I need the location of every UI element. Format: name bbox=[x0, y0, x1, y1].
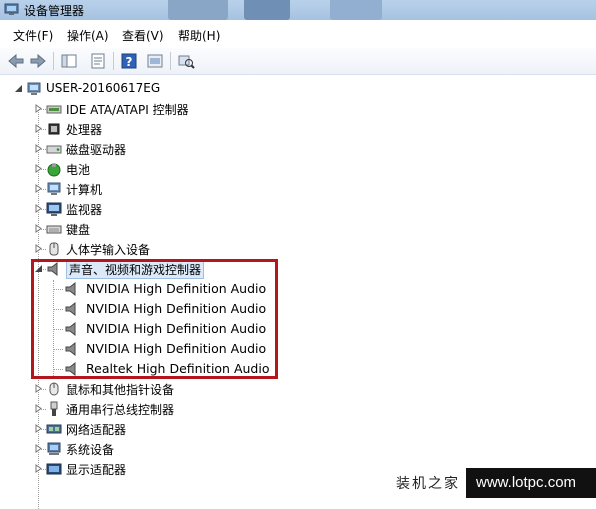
tree-category-label: 处理器 bbox=[66, 123, 103, 137]
title-bar: 设备管理器 bbox=[0, 0, 596, 20]
tree-category-label: 鼠标和其他指针设备 bbox=[66, 383, 175, 397]
mouse-icon bbox=[49, 382, 59, 396]
network-adapter-icon bbox=[46, 424, 62, 434]
tree-category[interactable]: 计算机 bbox=[0, 179, 300, 199]
title-decoration bbox=[244, 0, 290, 20]
expand-arrow-icon[interactable] bbox=[34, 104, 43, 113]
tree-category-label: 电池 bbox=[66, 163, 91, 177]
expand-arrow-icon[interactable] bbox=[34, 224, 43, 233]
computer-root-icon bbox=[27, 82, 41, 95]
tree-category-label: 监视器 bbox=[66, 203, 103, 217]
toolbar: ? bbox=[0, 48, 596, 75]
tree-category-label: 计算机 bbox=[66, 183, 103, 197]
tree-category[interactable]: 系统设备 bbox=[0, 439, 300, 459]
tree-category-label: 显示适配器 bbox=[66, 463, 127, 477]
help-icon[interactable]: ? bbox=[119, 51, 139, 71]
expand-arrow-icon[interactable] bbox=[34, 404, 43, 413]
menu-action[interactable]: 操作(A) bbox=[67, 27, 109, 44]
tree-category[interactable]: 键盘 bbox=[0, 219, 300, 239]
tree-root[interactable]: USER-20160617EG bbox=[0, 79, 300, 99]
usb-icon bbox=[50, 401, 58, 416]
display-adapter-icon bbox=[46, 463, 62, 475]
tree-category[interactable]: 人体学输入设备 bbox=[0, 239, 300, 259]
expand-arrow-icon[interactable] bbox=[34, 184, 43, 193]
watermark-url: www.lotpc.com bbox=[476, 474, 577, 491]
watermark-left-text: 装机之家 bbox=[396, 476, 460, 492]
computer-icon bbox=[47, 182, 61, 195]
title-decoration bbox=[168, 0, 228, 20]
processor-icon bbox=[48, 123, 60, 135]
tree-category[interactable]: 鼠标和其他指针设备 bbox=[0, 379, 300, 399]
show-hide-tree-icon[interactable] bbox=[59, 51, 79, 71]
expand-arrow-icon[interactable] bbox=[34, 144, 43, 153]
collapse-arrow-icon[interactable] bbox=[14, 84, 23, 93]
monitor-icon bbox=[46, 202, 62, 216]
toolbar-separator bbox=[113, 52, 114, 70]
svg-text:?: ? bbox=[126, 55, 133, 69]
expand-arrow-icon[interactable] bbox=[34, 424, 43, 433]
tree-category-label: 网络适配器 bbox=[66, 423, 127, 437]
device-manager-icon bbox=[4, 3, 19, 15]
disk-drive-icon bbox=[46, 145, 62, 154]
expand-arrow-icon[interactable] bbox=[34, 124, 43, 133]
watermark-badge: www.lotpc.com bbox=[466, 468, 596, 498]
ide-controller-icon bbox=[46, 105, 62, 114]
tree-category[interactable]: 网络适配器 bbox=[0, 419, 300, 439]
forward-icon[interactable] bbox=[28, 51, 48, 71]
expand-arrow-icon[interactable] bbox=[34, 244, 43, 253]
tree-category[interactable]: 监视器 bbox=[0, 199, 300, 219]
menu-bar: 文件(F) 操作(A) 查看(V) 帮助(H) bbox=[0, 20, 596, 48]
expand-arrow-icon[interactable] bbox=[34, 164, 43, 173]
tree-category[interactable]: 显示适配器 bbox=[0, 459, 300, 479]
menu-file[interactable]: 文件(F) bbox=[13, 27, 53, 44]
tree-category-label: 通用串行总线控制器 bbox=[66, 403, 175, 417]
tree-category-label: 键盘 bbox=[66, 223, 91, 237]
battery-icon bbox=[47, 163, 61, 177]
root-label: USER-20160617EG bbox=[46, 81, 161, 95]
menu-help[interactable]: 帮助(H) bbox=[178, 27, 220, 44]
expand-arrow-icon[interactable] bbox=[34, 444, 43, 453]
tree-category-label: IDE ATA/ATAPI 控制器 bbox=[66, 103, 189, 117]
tree-category[interactable]: 磁盘驱动器 bbox=[0, 139, 300, 159]
hid-icon bbox=[49, 242, 59, 256]
expand-arrow-icon[interactable] bbox=[34, 204, 43, 213]
watermark: 装机之家 www.lotpc.com bbox=[390, 468, 596, 498]
system-device-icon bbox=[47, 442, 61, 455]
toolbar-separator bbox=[170, 52, 171, 70]
tree-category[interactable]: 处理器 bbox=[0, 119, 300, 139]
toolbar-separator bbox=[53, 52, 54, 70]
expand-arrow-icon[interactable] bbox=[34, 464, 43, 473]
properties-icon[interactable] bbox=[88, 51, 108, 71]
window-title: 设备管理器 bbox=[24, 4, 85, 18]
tree-category[interactable]: 电池 bbox=[0, 159, 300, 179]
title-decoration bbox=[330, 0, 382, 20]
update-driver-icon[interactable] bbox=[145, 51, 165, 71]
menu-view[interactable]: 查看(V) bbox=[122, 27, 164, 44]
tree-category[interactable]: IDE ATA/ATAPI 控制器 bbox=[0, 99, 300, 119]
expand-arrow-icon[interactable] bbox=[34, 384, 43, 393]
highlight-annotation bbox=[31, 259, 278, 379]
keyboard-icon bbox=[46, 225, 62, 234]
tree-category-label: 磁盘驱动器 bbox=[66, 143, 127, 157]
scan-hardware-icon[interactable] bbox=[176, 51, 196, 71]
tree-category-label: 人体学输入设备 bbox=[66, 243, 151, 257]
back-icon[interactable] bbox=[6, 51, 26, 71]
tree-category-label: 系统设备 bbox=[66, 443, 115, 457]
tree-category[interactable]: 通用串行总线控制器 bbox=[0, 399, 300, 419]
